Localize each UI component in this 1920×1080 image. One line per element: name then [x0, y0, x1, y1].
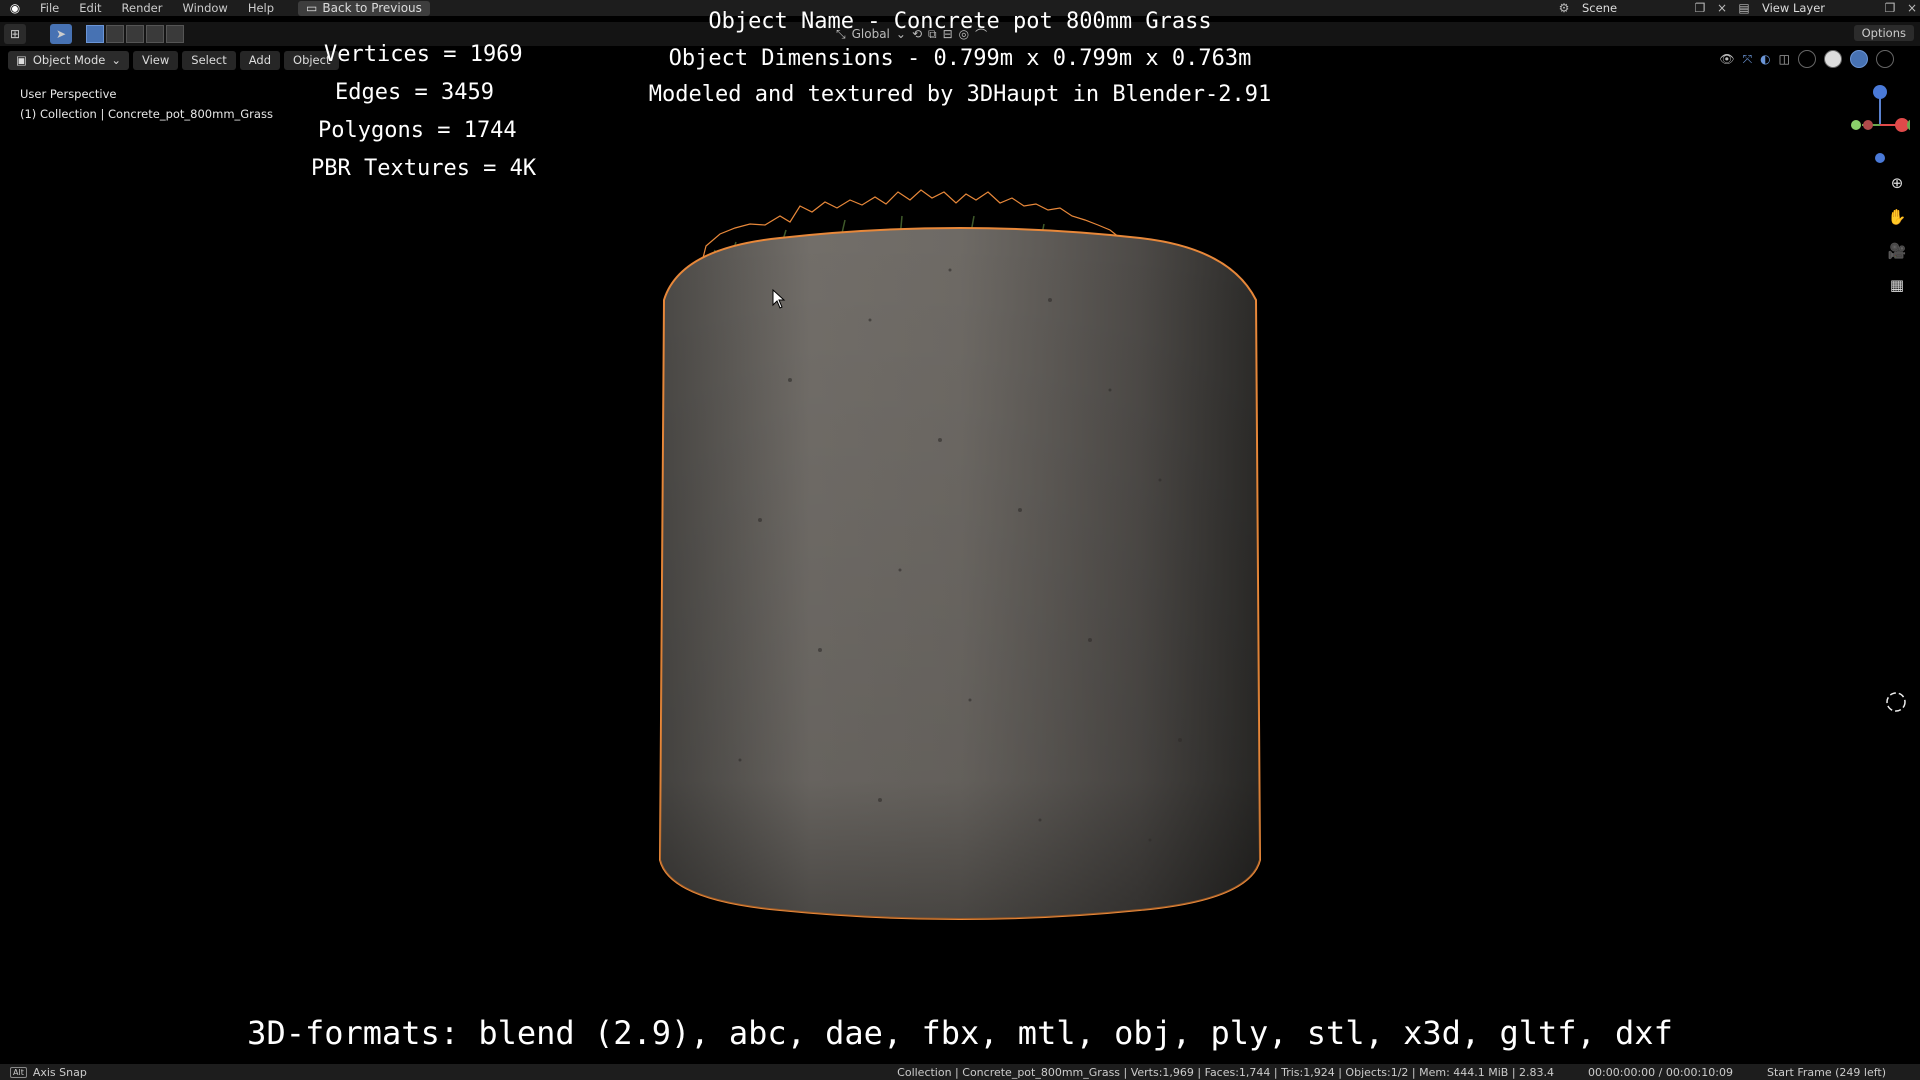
camera-icon[interactable]: 🎥: [1886, 240, 1908, 262]
zoom-icon[interactable]: ⊕: [1886, 172, 1908, 194]
status-bar: Alt Axis Snap Collection | Concrete_pot_…: [0, 1064, 1920, 1080]
object-dimensions: Object Dimensions - 0.799m x 0.799m x 0.…: [668, 46, 1252, 71]
neg-z-axis-icon[interactable]: [1875, 153, 1885, 163]
mouse-cursor-icon: [772, 289, 786, 309]
navigation-gizmo[interactable]: [1840, 80, 1910, 170]
scene-origin-icon: [1886, 692, 1906, 712]
formats-line: 3D-formats: blend (2.9), abc, dae, fbx, …: [247, 1014, 1673, 1052]
textures-stat: PBR Textures = 4K: [311, 156, 537, 181]
start-frame-info: Start Frame (249 left): [1766, 1065, 1886, 1079]
grid-view-icon[interactable]: ▦: [1886, 274, 1908, 296]
credits-line: Modeled and textured by 3DHaupt in Blend…: [648, 82, 1272, 107]
status-hint: Axis Snap: [32, 1065, 87, 1079]
viewport-nav-tools: ⊕ ✋ 🎥 ▦: [1886, 172, 1908, 296]
neg-y-axis-icon[interactable]: [1851, 120, 1861, 130]
concrete-pot-model[interactable]: [640, 180, 1280, 920]
object-name-title: Object Name - Concrete pot 800mm Grass: [708, 9, 1212, 34]
scene-stats: Collection | Concrete_pot_800mm_Grass | …: [897, 1065, 1555, 1079]
neg-x-axis-icon[interactable]: [1863, 120, 1873, 130]
polygons-stat: Polygons = 1744: [318, 118, 517, 143]
collection-label: (1) Collection | Concrete_pot_800mm_Gras…: [20, 107, 273, 121]
playback-time: 00:00:00:00 / 00:00:10:09: [1588, 1065, 1733, 1079]
alt-key-icon: Alt: [10, 1066, 27, 1078]
pan-hand-icon[interactable]: ✋: [1886, 206, 1908, 228]
z-axis-icon[interactable]: [1873, 85, 1887, 99]
x-axis-icon[interactable]: [1895, 118, 1909, 132]
